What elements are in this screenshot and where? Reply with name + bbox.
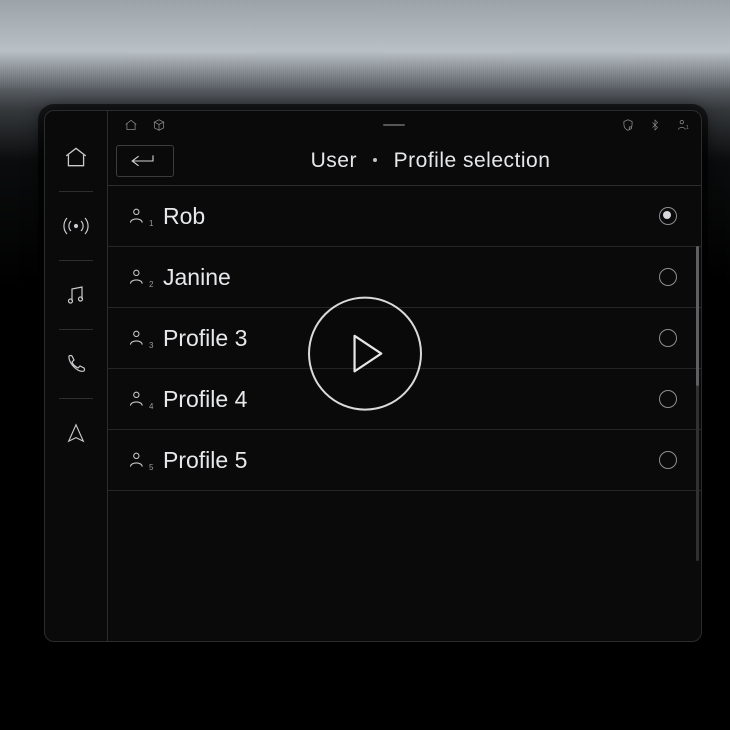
breadcrumb-separator-icon <box>373 158 377 162</box>
cube-icon <box>152 118 166 132</box>
radio-unselected-icon[interactable] <box>659 390 677 408</box>
breadcrumb: User Profile selection <box>174 149 687 173</box>
scrollbar[interactable] <box>696 246 699 561</box>
antenna-icon <box>62 213 90 239</box>
phone-icon <box>64 352 88 376</box>
profile-list: 1 Rob 2 Janine 3 Pro <box>108 186 701 641</box>
back-arrow-icon <box>129 153 161 169</box>
bluetooth-icon <box>649 118 661 132</box>
play-button[interactable] <box>308 297 422 411</box>
nav-navigation[interactable] <box>54 401 98 465</box>
nav-media[interactable] <box>54 263 98 327</box>
breadcrumb-a: User <box>311 149 357 172</box>
music-icon <box>64 282 88 308</box>
profile-icon <box>124 328 152 348</box>
status-bar: 1 <box>108 111 701 137</box>
scrollbar-thumb[interactable] <box>696 246 699 386</box>
profile-icon <box>124 267 152 287</box>
profile-icon <box>124 389 152 409</box>
vehicle-display-frame: 1 User Profile selection <box>0 0 730 730</box>
radio-unselected-icon[interactable] <box>659 268 677 286</box>
navigation-arrow-icon <box>65 421 87 445</box>
profile-index: 5 <box>149 463 157 472</box>
profile-row[interactable]: 1 Rob <box>108 186 701 247</box>
nav-home[interactable] <box>54 125 98 189</box>
back-button[interactable] <box>116 145 174 177</box>
profile-name: Profile 5 <box>157 447 659 474</box>
play-icon <box>351 334 387 374</box>
home-small-icon <box>124 118 138 132</box>
shield-icon <box>621 118 635 132</box>
dashboard-trim <box>0 0 730 88</box>
nav-phone[interactable] <box>54 332 98 396</box>
user-small-icon: 1 <box>675 118 691 132</box>
profile-index: 4 <box>149 402 157 411</box>
profile-index: 2 <box>149 280 157 289</box>
profile-row[interactable]: 5 Profile 5 <box>108 430 701 491</box>
header-row: User Profile selection <box>108 137 701 186</box>
profile-index: 1 <box>149 219 157 228</box>
profile-row[interactable]: 2 Janine <box>108 247 701 308</box>
radio-unselected-icon[interactable] <box>659 329 677 347</box>
home-icon <box>63 144 89 170</box>
profile-index: 3 <box>149 341 157 350</box>
side-nav <box>45 111 108 641</box>
svg-text:1: 1 <box>686 125 689 131</box>
radio-unselected-icon[interactable] <box>659 451 677 469</box>
radio-selected-icon[interactable] <box>659 207 677 225</box>
nav-radio[interactable] <box>54 194 98 258</box>
profile-icon <box>124 450 152 470</box>
breadcrumb-b: Profile selection <box>394 149 551 172</box>
profile-icon <box>124 206 152 226</box>
profile-name: Janine <box>157 264 659 291</box>
notification-handle[interactable] <box>383 124 405 126</box>
profile-name: Rob <box>157 203 659 230</box>
